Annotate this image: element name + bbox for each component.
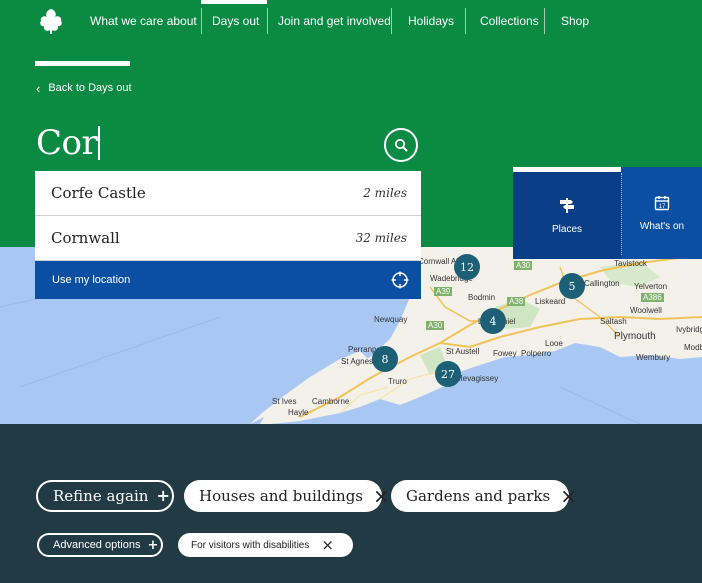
suggestion-name: Cornwall bbox=[51, 229, 120, 247]
search-suggestions: Corfe Castle 2 miles Cornwall 32 miles U… bbox=[35, 171, 421, 299]
search-button[interactable] bbox=[384, 128, 418, 162]
refine-again-label: Refine again bbox=[53, 487, 149, 505]
map-cluster-marker[interactable]: 8 bbox=[372, 346, 398, 372]
map-label: Wembury bbox=[636, 353, 671, 362]
nav-collections[interactable]: Collections bbox=[480, 0, 539, 42]
search-input[interactable]: Cor bbox=[36, 123, 101, 163]
back-link-label: Back to Days out bbox=[48, 82, 132, 94]
map-label: Truro bbox=[388, 377, 407, 386]
close-icon[interactable]: × bbox=[560, 486, 577, 506]
plus-icon: + bbox=[147, 537, 159, 553]
road-label: A386 bbox=[641, 293, 664, 302]
map-label: Yelverton bbox=[634, 282, 668, 291]
oak-leaf-logo-icon[interactable] bbox=[36, 6, 66, 36]
filter-chip-label: Houses and buildings bbox=[199, 487, 364, 505]
use-my-location-button[interactable]: Use my location bbox=[35, 261, 421, 299]
signpost-icon bbox=[560, 198, 574, 213]
map-label: Ivybridge bbox=[676, 325, 702, 334]
road-label: A30 bbox=[426, 321, 445, 330]
filter-chip-label: Gardens and parks bbox=[406, 487, 551, 505]
suggestion-distance: 32 miles bbox=[355, 231, 407, 245]
filter-chip[interactable]: Gardens and parks × bbox=[391, 480, 577, 512]
map-label: St Austell bbox=[446, 347, 480, 356]
map-label: Plymouth bbox=[614, 331, 656, 342]
nav-shop[interactable]: Shop bbox=[561, 0, 589, 42]
calendar-icon: 17 bbox=[654, 195, 670, 210]
search-input-value: Cor bbox=[36, 123, 98, 163]
suggestion-item[interactable]: Corfe Castle 2 miles bbox=[35, 171, 421, 216]
crosshair-icon bbox=[391, 271, 409, 289]
nav-divider bbox=[465, 8, 466, 34]
nav-divider bbox=[267, 8, 268, 34]
road-label: A30 bbox=[514, 261, 533, 270]
filter-panel: Refine again + Houses and buildings × Ga… bbox=[0, 424, 702, 583]
suggestion-distance: 2 miles bbox=[363, 186, 407, 200]
map-label: Tavistock bbox=[614, 259, 647, 268]
nav-holidays[interactable]: Holidays bbox=[408, 0, 454, 42]
map-label: Bodmin bbox=[468, 293, 496, 302]
nav-divider bbox=[544, 8, 545, 34]
map-label: Newquay bbox=[374, 315, 408, 324]
tab-whats-on-label: What's on bbox=[639, 220, 685, 232]
advanced-options-label: Advanced options bbox=[53, 539, 141, 551]
map-cluster-marker[interactable]: 4 bbox=[480, 308, 506, 334]
map-label: Mevagissey bbox=[456, 374, 499, 383]
svg-text:17: 17 bbox=[659, 204, 666, 210]
close-icon[interactable]: × bbox=[373, 486, 390, 506]
filter-chip[interactable]: For visitors with disabilities × bbox=[178, 533, 353, 557]
result-type-tabs: Places 17 What's on bbox=[513, 167, 702, 259]
nav-days-out[interactable]: Days out bbox=[212, 0, 259, 42]
filter-chip[interactable]: Houses and buildings × bbox=[184, 480, 390, 512]
road-label: A38 bbox=[507, 297, 526, 306]
filter-chip-label: For visitors with disabilities bbox=[191, 539, 310, 551]
map-cluster-marker[interactable]: 5 bbox=[559, 273, 585, 299]
map-label: St Ives bbox=[272, 397, 297, 406]
suggestion-name: Corfe Castle bbox=[51, 184, 146, 202]
nav-divider bbox=[391, 8, 392, 34]
section-accent-bar bbox=[35, 61, 130, 66]
map-cluster-marker[interactable]: 12 bbox=[454, 254, 480, 280]
nav-divider bbox=[201, 8, 202, 34]
suggestion-item[interactable]: Cornwall 32 miles bbox=[35, 216, 421, 261]
use-my-location-label: Use my location bbox=[52, 274, 131, 286]
map-label: Callington bbox=[584, 279, 620, 288]
map-label: Looe bbox=[545, 339, 563, 348]
tab-whats-on[interactable]: 17 What's on bbox=[622, 167, 702, 259]
map-cluster-marker[interactable]: 27 bbox=[435, 361, 461, 387]
search-icon bbox=[394, 138, 408, 152]
text-caret bbox=[98, 126, 101, 160]
map-label: Polperro bbox=[521, 349, 552, 358]
top-navigation: What we care about Days out Join and get… bbox=[0, 0, 702, 44]
map-label: Fowey bbox=[493, 349, 517, 358]
map-label: Liskeard bbox=[535, 297, 566, 306]
tab-places[interactable]: Places bbox=[513, 167, 621, 259]
nav-join-and-get-involved[interactable]: Join and get involved bbox=[278, 0, 391, 42]
map-label: Modbury bbox=[684, 343, 702, 352]
map-label: St Agnes bbox=[341, 357, 374, 366]
advanced-options-button[interactable]: Advanced options + bbox=[37, 533, 163, 557]
chevron-left-icon: ‹ bbox=[36, 80, 41, 96]
plus-icon: + bbox=[156, 486, 170, 505]
map-label: Camborne bbox=[312, 397, 350, 406]
map-label: Hayle bbox=[288, 408, 309, 417]
tab-places-label: Places bbox=[551, 224, 582, 235]
map-label: Saltash bbox=[600, 317, 627, 326]
road-label: A39 bbox=[434, 287, 453, 296]
close-icon[interactable]: × bbox=[321, 537, 334, 553]
refine-again-button[interactable]: Refine again + bbox=[36, 480, 174, 512]
nav-what-we-care-about[interactable]: What we care about bbox=[90, 0, 197, 42]
back-to-days-out-link[interactable]: ‹ Back to Days out bbox=[36, 80, 132, 96]
map-label: Woolwell bbox=[630, 306, 662, 315]
